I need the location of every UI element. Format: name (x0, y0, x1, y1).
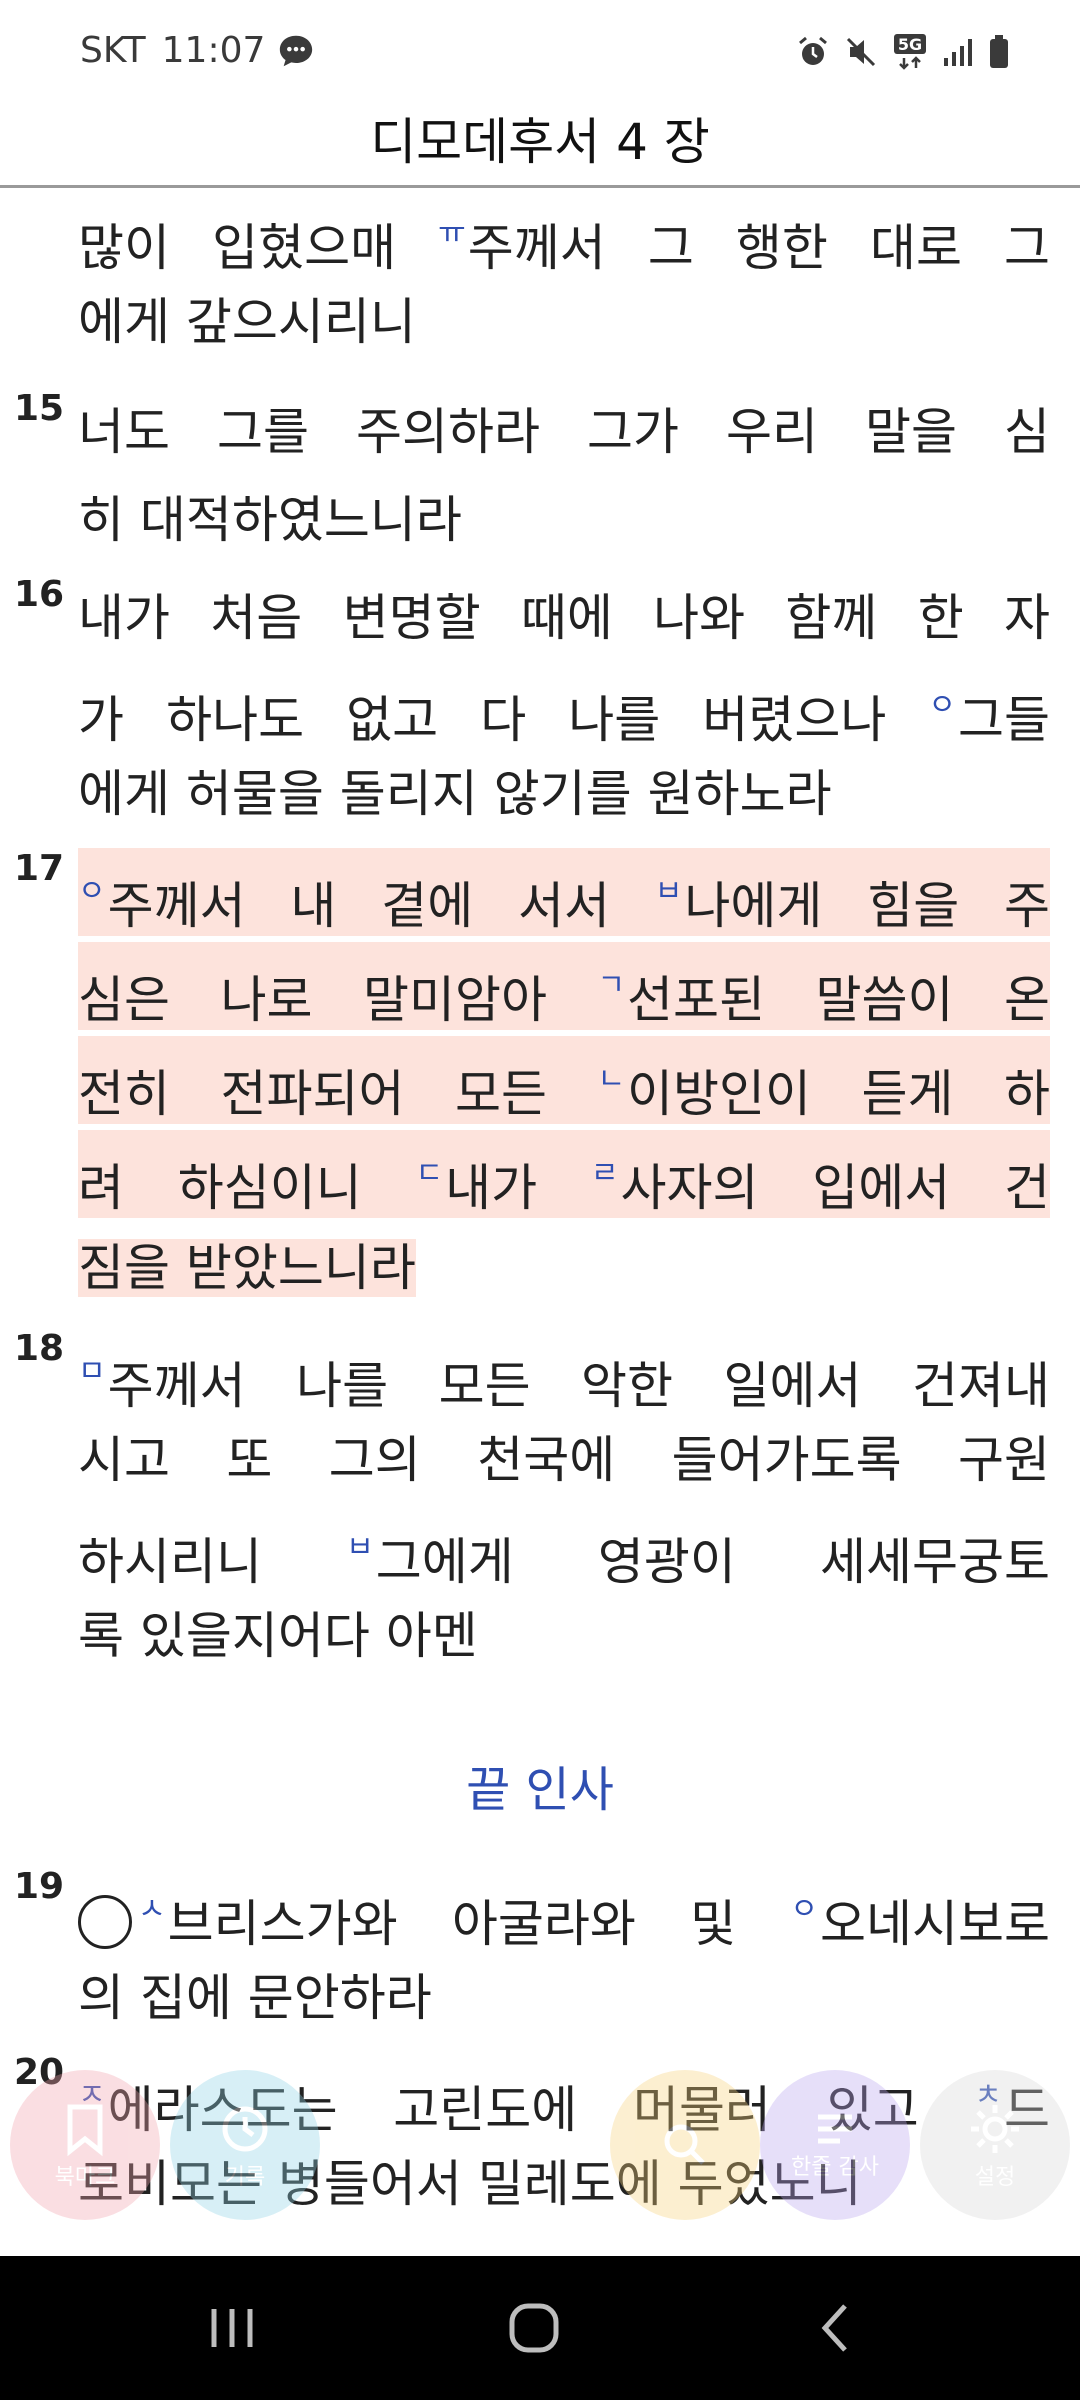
back-icon (821, 2304, 847, 2352)
recent-apps-icon (211, 2309, 253, 2347)
mute-icon (846, 37, 876, 67)
verse-number: 17 (14, 848, 65, 889)
signal-icon (944, 39, 972, 66)
footnote-marker[interactable]: ㅇ (78, 874, 106, 909)
verse-line: 에게 갚으시리니 (78, 293, 416, 351)
verse-line: 전히 전파되어 모든 ㄴ이방인이 듣게 하 (78, 1036, 1050, 1124)
verse-line: 짐을 받았느니라 (78, 1239, 416, 1297)
footnote-marker[interactable]: ㅂ (655, 874, 683, 909)
verse-line: ㅈ에라스도는 고린도에 머물러 있고 ㅊ드 (78, 2078, 1050, 2139)
alarm-icon (799, 36, 827, 65)
footnote-marker[interactable]: ㅠ (438, 216, 466, 251)
footnote-marker[interactable]: ㅇ (928, 688, 956, 723)
home-button[interactable] (434, 2256, 634, 2400)
footnote-marker[interactable]: ㄴ (597, 1062, 625, 1097)
verse-number: 19 (14, 1866, 65, 1907)
clock: 11:07 (161, 30, 266, 71)
verse-line: 록 있을지어다 아멘 (78, 1607, 478, 1665)
footnote-marker[interactable]: ㅁ (78, 1354, 106, 1389)
back-button[interactable] (736, 2256, 936, 2400)
verse-line: 하시리니 ㅂ그에게 영광이 세세무궁토 (78, 1530, 1050, 1591)
home-icon (509, 2303, 559, 2353)
chat-bubble-icon (280, 35, 313, 66)
app-header: 디모데후서 4 장 (0, 104, 1080, 188)
footnote-marker[interactable]: ㅂ (346, 1530, 374, 1565)
verse-number: 20 (14, 2052, 65, 2093)
verse-line: 많이 입혔으매 ㅠ주께서 그 행한 대로 그 (78, 216, 1051, 277)
footnote-marker[interactable]: ㅊ (974, 2078, 1002, 2113)
verse-line: 의 집에 문안하라 (78, 1969, 432, 2027)
status-left: SKT 11:07 (80, 30, 315, 71)
status-right: 5G (796, 32, 1010, 72)
network-label: 5G (898, 35, 922, 54)
footnote-marker[interactable]: ㄹ (591, 1156, 619, 1191)
verse-line: 너도 그를 주의하라 그가 우리 말을 심 (78, 403, 1050, 461)
5g-icon: 5G (894, 34, 926, 70)
verse-line: ㅅ브리스가와 아굴라와 및 ㅇ오네시보로 (78, 1866, 1050, 1954)
recent-apps-button[interactable] (132, 2256, 332, 2400)
verse-line: 로비모는 병들어서 밀레도에 두었노니 (78, 2155, 862, 2213)
verse-line: ㅇ주께서 내 곁에 서서 ㅂ나에게 힘을 주 (78, 848, 1050, 936)
footnote-marker[interactable]: ㄷ (416, 1156, 444, 1191)
footnote-marker[interactable]: ㅇ (790, 1892, 818, 1927)
section-heading: 끝 인사 (466, 1762, 614, 1818)
verse-number: 16 (14, 574, 65, 615)
verse-line: 에게 허물을 돌리지 않기를 원하노라 (78, 765, 832, 823)
verse-line: 히 대적하였느니라 (78, 491, 462, 549)
footnote-marker[interactable]: ㄱ (597, 968, 625, 1003)
paragraph-circle-icon (78, 1895, 132, 1949)
status-bar: SKT 11:07 5G (0, 0, 1080, 104)
verse-line: 심은 나로 말미암아 ㄱ선포된 말씀이 온 (78, 942, 1050, 1030)
verse-number: 15 (14, 388, 65, 429)
verse-number: 18 (14, 1328, 65, 1369)
scripture-content[interactable]: 많이 입혔으매 ㅠ주께서 그 행한 대로 그 에게 갚으시리니 15 너도 그를… (0, 190, 1080, 2255)
footnote-marker[interactable]: ㅈ (78, 2078, 106, 2113)
verse-line: 려 하심이니 ㄷ내가 ㄹ사자의 입에서 건 (78, 1130, 1050, 1218)
verse-line: ㅁ주께서 나를 모든 악한 일에서 건져내 (78, 1354, 1050, 1415)
chapter-title[interactable]: 디모데후서 4 장 (0, 104, 1080, 180)
battery-icon (990, 35, 1008, 68)
verse-line: 시고 또 그의 천국에 들어가도록 구원 (78, 1431, 1050, 1489)
footnote-marker[interactable]: ㅅ (138, 1892, 166, 1927)
verse-line: 가 하나도 없고 다 나를 버렸으나 ㅇ그들 (78, 688, 1050, 749)
system-nav-bar (0, 2256, 1080, 2400)
verse-line: 내가 처음 변명할 때에 나와 함께 한 자 (78, 589, 1050, 647)
carrier-label: SKT (80, 30, 146, 71)
